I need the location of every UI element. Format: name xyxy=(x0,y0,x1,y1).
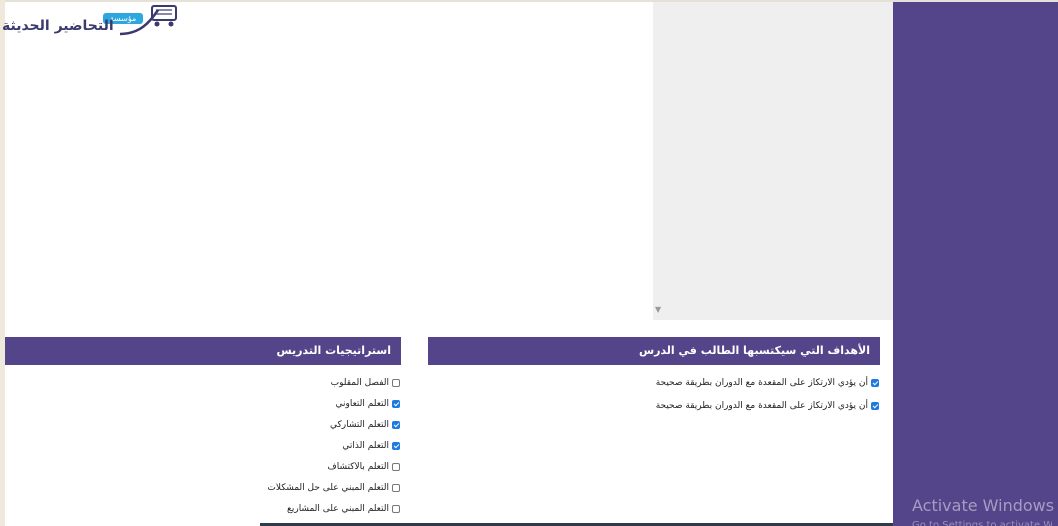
strategy-checkbox[interactable] xyxy=(392,378,400,387)
strategy-label: التعلم المبني على حل المشكلات xyxy=(267,482,389,493)
strategy-label: التعلم بالاكتشاف xyxy=(327,461,389,472)
strategy-item[interactable]: التعلم المبني على حل المشكلات xyxy=(100,482,400,493)
strategy-label: الفصل المقلوب xyxy=(330,377,389,388)
logo: مؤسسة التحاضير الحديثة xyxy=(0,4,182,40)
strategy-checkbox[interactable] xyxy=(392,441,400,450)
strategy-checkbox[interactable] xyxy=(392,483,400,492)
strategy-item[interactable]: التعلم التشاركي xyxy=(100,419,400,430)
strategy-checkbox[interactable] xyxy=(392,462,400,471)
goal-checkbox[interactable] xyxy=(871,401,879,410)
strategy-label: التعلم الذاتي xyxy=(342,440,389,451)
left-edge xyxy=(0,0,5,526)
content-textarea[interactable] xyxy=(653,2,893,320)
strategy-item[interactable]: التعلم المبني على المشاريع xyxy=(100,503,400,514)
strategy-checkbox[interactable] xyxy=(392,504,400,513)
strategy-item[interactable]: التعلم التعاوني xyxy=(100,398,400,409)
strategy-checkbox[interactable] xyxy=(392,420,400,429)
logo-text: التحاضير الحديثة xyxy=(2,18,114,34)
strategy-label: التعلم المبني على المشاريع xyxy=(287,503,389,514)
sidebar-panel xyxy=(893,2,1058,526)
scroll-down-icon[interactable]: ▼ xyxy=(655,306,663,314)
strategy-item[interactable]: الفصل المقلوب xyxy=(100,377,400,388)
strategies-header: استراتيجيات التدريس xyxy=(5,337,401,365)
strategy-label: التعلم التشاركي xyxy=(330,419,389,430)
strategy-checkbox[interactable] xyxy=(392,399,400,408)
strategy-label: التعلم التعاوني xyxy=(335,398,389,409)
goal-checkbox[interactable] xyxy=(871,378,879,387)
page: مؤسسة التحاضير الحديثة ▼ الأهداف التي سي… xyxy=(0,0,1058,526)
activate-windows-title: Activate Windows xyxy=(912,496,1055,515)
goal-item[interactable]: أن يؤدي الارتكاز على المقعدة مع الدوران … xyxy=(479,400,879,411)
activate-windows-subtitle: Go to Settings to activate Windows. xyxy=(912,520,1052,526)
strategies-list: الفصل المقلوب التعلم التعاوني التعلم الت… xyxy=(100,377,400,524)
goals-list: أن يؤدي الارتكاز على المقعدة مع الدوران … xyxy=(479,377,879,423)
strategy-item[interactable]: التعلم الذاتي xyxy=(100,440,400,451)
goal-label: أن يؤدي الارتكاز على المقعدة مع الدوران … xyxy=(655,377,868,388)
goal-item[interactable]: أن يؤدي الارتكاز على المقعدة مع الدوران … xyxy=(479,377,879,388)
goals-header: الأهداف التي سيكتسبها الطالب في الدرس xyxy=(428,337,880,365)
strategy-item[interactable]: التعلم بالاكتشاف xyxy=(100,461,400,472)
goal-label: أن يؤدي الارتكاز على المقعدة مع الدوران … xyxy=(655,400,868,411)
